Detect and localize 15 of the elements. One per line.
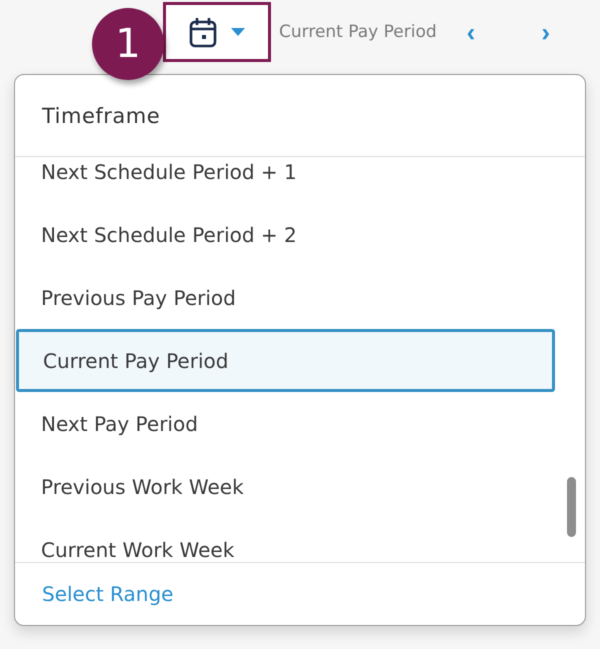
timeframe-option[interactable]: Next Schedule Period + 1 — [15, 157, 555, 203]
calendar-icon — [189, 16, 217, 48]
scrollbar-thumb[interactable] — [567, 477, 576, 537]
timeframe-option[interactable]: Previous Work Week — [15, 455, 555, 518]
calendar-button[interactable] — [163, 2, 271, 62]
timeframe-option[interactable]: Current Work Week — [15, 518, 555, 562]
timeframe-option[interactable]: Next Schedule Period + 2 — [15, 203, 555, 266]
select-range-link[interactable]: Select Range — [42, 582, 174, 606]
timeframe-option[interactable]: Next Pay Period — [15, 392, 555, 455]
step-badge: 1 — [92, 8, 164, 80]
period-label: Current Pay Period — [279, 22, 437, 42]
dropdown-title: Timeframe — [15, 75, 585, 157]
timeframe-option[interactable]: Previous Pay Period — [15, 266, 555, 329]
timeframe-option[interactable]: Current Pay Period — [16, 329, 555, 392]
caret-icon — [231, 28, 245, 36]
